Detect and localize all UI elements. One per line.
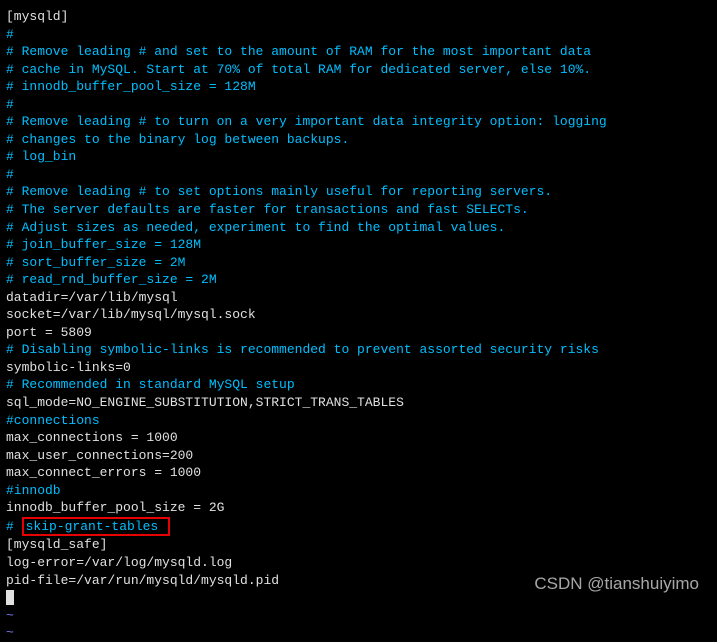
comment-line: # read_rnd_buffer_size = 2M — [6, 271, 711, 289]
comment-line: # log_bin — [6, 148, 711, 166]
comment-line: # Adjust sizes as needed, experiment to … — [6, 219, 711, 237]
comment-line: # — [6, 26, 711, 44]
comment-line: # Remove leading # and set to the amount… — [6, 43, 711, 61]
section-header-mysqld-safe: [mysqld_safe] — [6, 536, 711, 554]
comment-line: # — [6, 96, 711, 114]
config-datadir: datadir=/var/lib/mysql — [6, 289, 711, 307]
cursor — [6, 590, 14, 605]
comment-connections: #connections — [6, 412, 711, 430]
config-log-error: log-error=/var/log/mysqld.log — [6, 554, 711, 572]
comment-line: # Remove leading # to turn on a very imp… — [6, 113, 711, 131]
comment-innodb: #innodb — [6, 482, 711, 500]
comment-line: # cache in MySQL. Start at 70% of total … — [6, 61, 711, 79]
comment-line: # changes to the binary log between back… — [6, 131, 711, 149]
comment-line: # Recommended in standard MySQL setup — [6, 376, 711, 394]
comment-hash: # — [6, 519, 22, 534]
comment-line: # — [6, 166, 711, 184]
config-max-connect-errors: max_connect_errors = 1000 — [6, 464, 711, 482]
config-max-connections: max_connections = 1000 — [6, 429, 711, 447]
comment-line: # The server defaults are faster for tra… — [6, 201, 711, 219]
comment-line: # Disabling symbolic-links is recommende… — [6, 341, 711, 359]
config-symbolic-links: symbolic-links=0 — [6, 359, 711, 377]
config-skip-grant-tables-line: # skip-grant-tables — [6, 517, 711, 537]
comment-line: # sort_buffer_size = 2M — [6, 254, 711, 272]
section-header-mysqld: [mysqld] — [6, 8, 711, 26]
config-innodb-buffer-pool: innodb_buffer_pool_size = 2G — [6, 499, 711, 517]
config-sql-mode: sql_mode=NO_ENGINE_SUBSTITUTION,STRICT_T… — [6, 394, 711, 412]
comment-line: # innodb_buffer_pool_size = 128M — [6, 78, 711, 96]
watermark: CSDN @tianshuiyimo — [534, 573, 699, 596]
config-port: port = 5809 — [6, 324, 711, 342]
comment-line: # join_buffer_size = 128M — [6, 236, 711, 254]
terminal-editor[interactable]: [mysqld] # # Remove leading # and set to… — [6, 8, 711, 642]
config-socket: socket=/var/lib/mysql/mysql.sock — [6, 306, 711, 324]
skip-grant-tables-highlight: skip-grant-tables — [22, 517, 170, 537]
config-max-user-connections: max_user_connections=200 — [6, 447, 711, 465]
vim-tilde: ~ — [6, 607, 711, 625]
comment-line: # Remove leading # to set options mainly… — [6, 183, 711, 201]
vim-tilde: ~ — [6, 624, 711, 642]
